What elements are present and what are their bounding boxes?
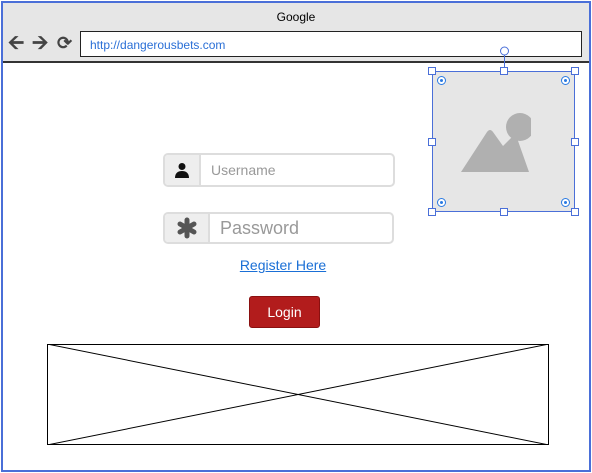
resize-handle[interactable] [428, 208, 436, 216]
resize-handle[interactable] [571, 208, 579, 216]
resize-handle[interactable] [428, 138, 436, 146]
connection-point[interactable] [561, 198, 570, 207]
login-button[interactable]: Login [249, 296, 320, 328]
connection-point[interactable] [437, 76, 446, 85]
connection-point[interactable] [437, 198, 446, 207]
image-icon [461, 113, 531, 172]
image-placeholder[interactable] [432, 71, 575, 212]
refresh-icon[interactable]: ⟳ [57, 33, 72, 53]
connection-point[interactable] [561, 76, 570, 85]
username-input[interactable]: Username [163, 153, 395, 187]
resize-handle[interactable] [428, 67, 436, 75]
resize-handle[interactable] [571, 138, 579, 146]
back-arrow-icon[interactable]: 🡨 [8, 33, 24, 53]
window-title: Google [276, 10, 316, 24]
password-input[interactable]: Password [163, 212, 394, 244]
register-link[interactable]: Register Here [200, 257, 366, 273]
user-icon [165, 155, 201, 185]
username-placeholder: Username [211, 162, 276, 178]
forward-arrow-icon[interactable]: 🡪 [32, 33, 48, 53]
resize-handle[interactable] [571, 67, 579, 75]
password-placeholder: Password [220, 217, 300, 238]
placeholder-box [47, 344, 549, 445]
resize-handle[interactable] [500, 67, 508, 75]
asterisk-icon [165, 214, 210, 242]
resize-handle[interactable] [500, 208, 508, 216]
